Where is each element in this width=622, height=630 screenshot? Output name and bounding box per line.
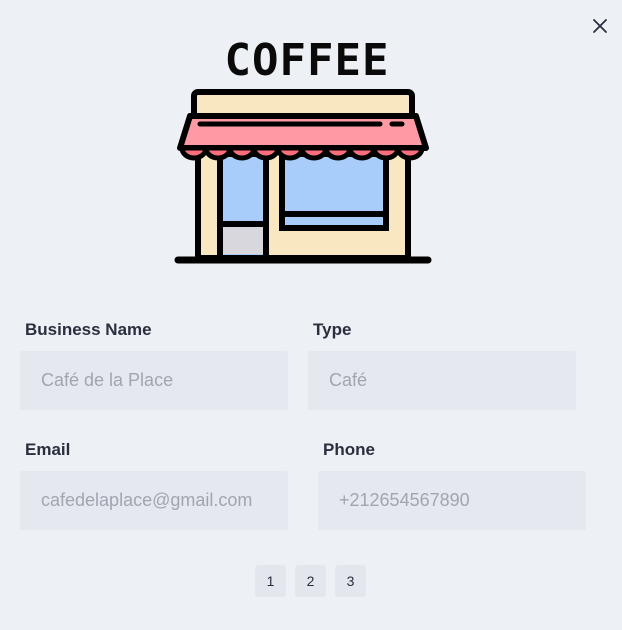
email-label: Email	[25, 440, 71, 459]
page-button-2[interactable]: 2	[295, 565, 326, 597]
pagination: 1 2 3	[255, 565, 366, 597]
phone-label: Phone	[323, 440, 375, 459]
email-input[interactable]	[20, 471, 288, 530]
business-name-label: Business Name	[25, 320, 152, 339]
logo-text: COFFEE	[224, 35, 390, 86]
coffee-shop-icon	[174, 89, 432, 264]
phone-input[interactable]	[318, 471, 586, 530]
type-input[interactable]	[308, 351, 576, 410]
page-button-1[interactable]: 1	[255, 565, 286, 597]
coffee-shop-illustration: COFFEE	[170, 36, 440, 268]
close-button[interactable]	[588, 14, 612, 38]
business-name-input[interactable]	[20, 351, 288, 410]
close-icon	[593, 19, 607, 33]
page-button-3[interactable]: 3	[335, 565, 366, 597]
type-label: Type	[313, 320, 352, 339]
